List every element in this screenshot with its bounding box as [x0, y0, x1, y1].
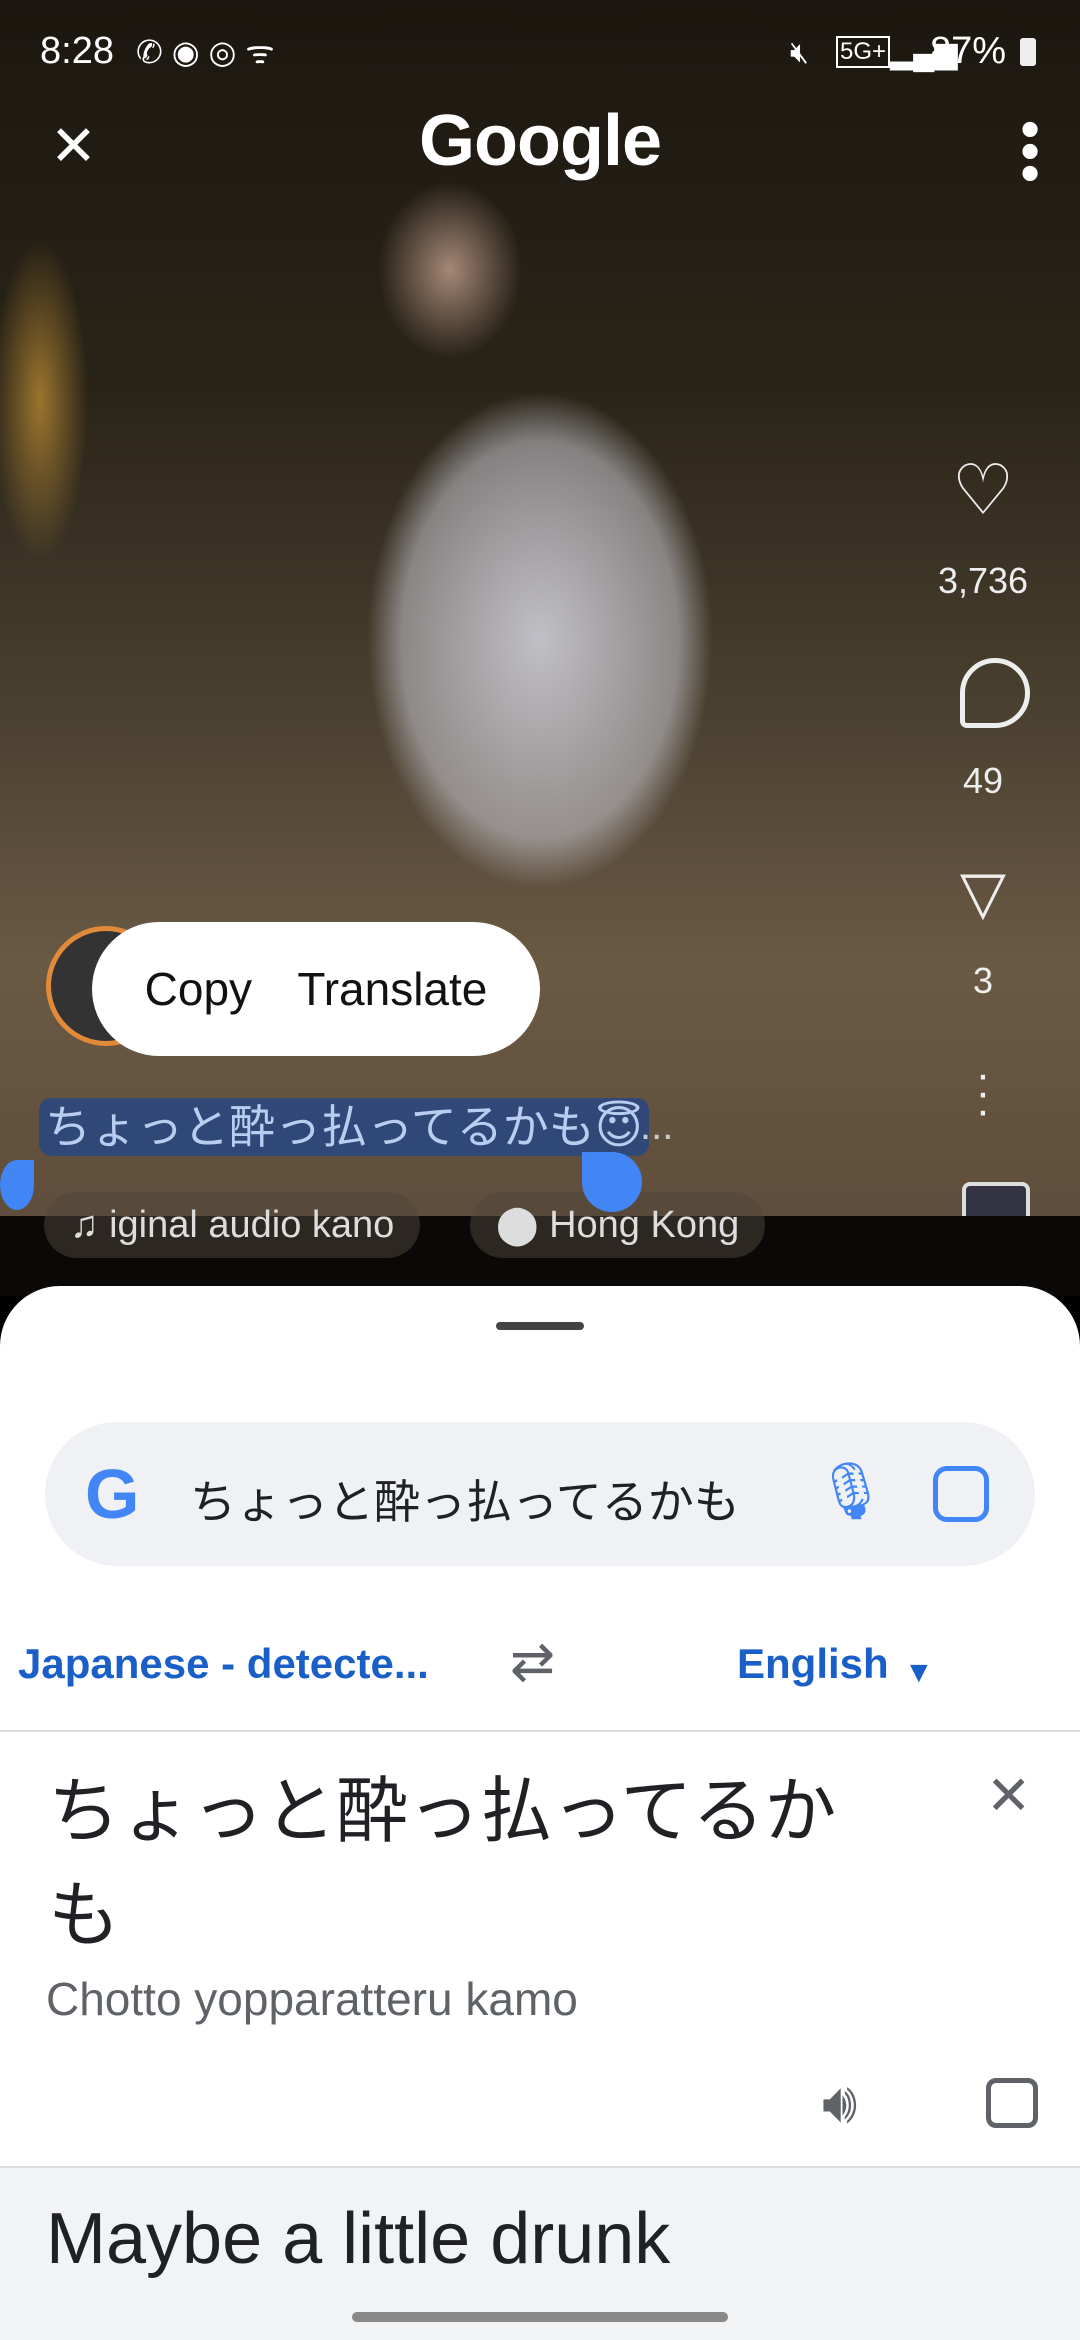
notification-icons: ✆ ◉ ◎ ᯤ: [136, 34, 275, 70]
location-pin-icon: ⬤: [496, 1204, 550, 1246]
search-bar[interactable]: G ちょっと酔っ払ってるかも 🎙︎: [45, 1422, 1035, 1566]
battery-level: 87%: [930, 30, 1007, 72]
home-indicator[interactable]: [352, 2312, 728, 2322]
translation-text[interactable]: Maybe a little drunk: [46, 2198, 670, 2280]
target-language[interactable]: English: [737, 1640, 889, 1688]
caption-text: ちょっと酔っ払ってるかも: [45, 1101, 595, 1153]
google-g-icon: G: [85, 1455, 140, 1533]
network-type: 5G+: [836, 36, 891, 68]
mute-icon: 🔇︎: [790, 36, 809, 69]
mic-icon[interactable]: 🎙︎: [815, 1458, 886, 1524]
speaker-icon[interactable]: 🔊︎: [822, 2070, 857, 2137]
translate-button[interactable]: Translate: [297, 962, 487, 1016]
caption-more[interactable]: ...: [640, 1104, 673, 1149]
music-icon: ♫: [70, 1204, 110, 1246]
comment-icon[interactable]: [960, 658, 1030, 728]
swap-languages-icon[interactable]: ⇄: [510, 1630, 555, 1693]
share-count: 3: [972, 960, 994, 1001]
heart-icon[interactable]: ♡: [918, 455, 1048, 525]
camera-icon[interactable]: [986, 2078, 1038, 2128]
battery-icon: [1020, 38, 1036, 66]
copy-button[interactable]: Copy: [145, 962, 252, 1016]
send-icon[interactable]: ▽: [918, 858, 1048, 928]
source-language[interactable]: Japanese - detecte...: [18, 1640, 429, 1688]
audio-label: iginal audio kano: [109, 1204, 395, 1246]
caption-emoji: 😇: [594, 1101, 643, 1153]
location-label: Hong Kong: [549, 1204, 740, 1246]
more-options-icon[interactable]: • • •: [1020, 101, 1040, 201]
status-time: 8:28: [40, 30, 114, 72]
clear-icon[interactable]: ✕: [986, 1764, 1031, 1827]
google-logo: Google: [419, 101, 662, 181]
lens-icon[interactable]: [933, 1466, 989, 1522]
selection-handle-start[interactable]: [0, 1160, 34, 1210]
audio-chip[interactable]: ♫ iginal audio kano: [44, 1192, 421, 1258]
divider: [0, 1730, 1080, 1732]
like-count: 3,736: [937, 560, 1029, 601]
search-input[interactable]: ちょっと酔っ払ってるかも: [190, 1466, 780, 1532]
drag-handle[interactable]: [496, 1322, 584, 1330]
selection-handle-end[interactable]: [582, 1152, 642, 1212]
comment-count: 49: [962, 760, 1004, 801]
source-text[interactable]: ちょっと酔っ払ってるかも: [48, 1760, 888, 1968]
chevron-down-icon[interactable]: ▼: [904, 1656, 934, 1690]
caption-selected[interactable]: ちょっと酔っ払ってるかも😇: [39, 1098, 649, 1156]
post-more-icon[interactable]: · · ·: [918, 1053, 1048, 1133]
text-selection-menu: Copy Translate: [92, 922, 540, 1056]
romanization: Chotto yopparatteru kamo: [46, 1973, 578, 2025]
